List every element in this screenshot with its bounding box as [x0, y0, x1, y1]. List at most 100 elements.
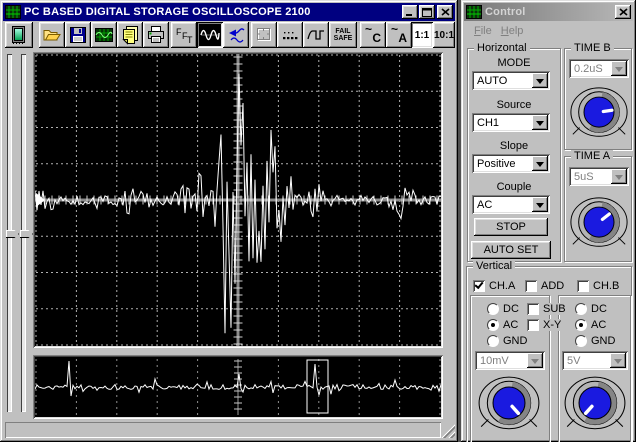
checkbox-icon	[577, 280, 589, 292]
ch-a-range-combobox[interactable]: 10mV	[475, 351, 545, 370]
probe-10-1-button[interactable]: 10:1	[433, 22, 455, 48]
ch-b-range-value: 5V	[567, 354, 581, 367]
chevron-down-icon	[615, 66, 623, 76]
ch-b-gnd-radio[interactable]: GND	[575, 335, 615, 347]
ch-b-ac-radio[interactable]: AC	[575, 319, 606, 331]
offset-slider-b-thumb[interactable]	[20, 230, 33, 238]
main-titlebar[interactable]: PC BASED DIGITAL STORAGE OSCILLOSCOPE 21…	[3, 3, 455, 21]
time-a-legend: TIME A	[571, 150, 614, 162]
dotted-display-button[interactable]	[277, 22, 303, 48]
couple-label: Couple	[496, 181, 532, 193]
fft-button[interactable]: F F T	[171, 22, 197, 48]
couple-combobox[interactable]: AC	[472, 195, 550, 214]
control-menubar: File Help	[465, 22, 632, 40]
time-b-combobox[interactable]: 0.2uS	[569, 59, 629, 78]
maximize-button[interactable]	[419, 5, 435, 19]
sub-checkbox[interactable]: SUB	[525, 303, 568, 315]
control-window: Control File Help Horizontal MODE AUTO S…	[461, 0, 636, 442]
source-dropdown-button[interactable]	[532, 115, 548, 130]
fft-icon: F F T	[176, 27, 193, 45]
exit-door-icon	[12, 26, 25, 44]
control-app-icon	[466, 5, 482, 19]
ch-b-gain-knob[interactable]	[562, 375, 628, 435]
oscilloscope-window: PC BASED DIGITAL STORAGE OSCILLOSCOPE 21…	[0, 0, 458, 442]
channel-a-checkbox[interactable]: CH.A	[473, 280, 515, 292]
ch-a-range-value: 10mV	[480, 354, 509, 367]
time-b-dropdown-button[interactable]	[611, 61, 627, 76]
ch-a-dc-radio[interactable]: DC	[487, 303, 519, 315]
radio-icon	[487, 303, 499, 315]
mode-dropdown-button[interactable]	[532, 73, 548, 88]
window-controls	[401, 5, 453, 19]
channel-a-label: CH.A	[489, 280, 516, 292]
offset-slider-a-thumb[interactable]	[6, 230, 19, 238]
maximize-icon	[422, 7, 432, 17]
ch-b-range-combobox[interactable]: 5V	[562, 351, 628, 370]
time-a-dropdown-button[interactable]	[611, 169, 627, 184]
status-bar	[5, 422, 441, 438]
stop-button[interactable]: STOP	[474, 218, 548, 236]
radio-icon	[487, 319, 499, 331]
overview-scope-display	[33, 355, 443, 419]
ch-a-gnd-radio[interactable]: GND	[487, 335, 527, 347]
capture-button[interactable]	[91, 22, 117, 48]
mode-combobox[interactable]: AUTO	[472, 71, 550, 90]
minimize-button[interactable]	[402, 5, 418, 19]
auto-set-button[interactable]: AUTO SET	[471, 241, 551, 259]
minimize-icon	[406, 13, 412, 16]
close-button[interactable]	[437, 5, 453, 19]
control-titlebar[interactable]: Control	[464, 3, 633, 21]
radio-icon	[575, 319, 587, 331]
ch-a-dc-label: DC	[503, 303, 519, 315]
failsafe-button[interactable]: FAIL SAFE	[329, 22, 357, 48]
ch-a-ac-radio[interactable]: AC	[487, 319, 518, 331]
slope-combobox[interactable]: Positive	[472, 154, 550, 173]
menu-file[interactable]: File	[474, 25, 492, 37]
print-button[interactable]	[143, 22, 169, 48]
notepad-icon	[122, 26, 138, 45]
channel-b-checkbox[interactable]: CH.B	[577, 280, 619, 292]
toolbar: F F T FAIL SAFE ~ C ~ A 1:1 10:1	[3, 21, 455, 49]
cal-a-button[interactable]: ~ A	[386, 22, 412, 48]
notes-button[interactable]	[117, 22, 143, 48]
recall-wave-button[interactable]	[223, 22, 249, 48]
slope-dropdown-button[interactable]	[532, 156, 548, 171]
ch-b-dc-radio[interactable]: DC	[575, 303, 607, 315]
xy-checkbox[interactable]: X-Y	[525, 319, 564, 331]
open-button[interactable]	[39, 22, 65, 48]
add-checkbox[interactable]: ADD	[525, 280, 564, 292]
time-a-knob[interactable]	[568, 195, 630, 253]
slope-label: Slope	[499, 140, 529, 152]
desktop: PC BASED DIGITAL STORAGE OSCILLOSCOPE 21…	[0, 0, 636, 442]
time-b-knob[interactable]	[568, 85, 630, 143]
time-a-combobox[interactable]: 5uS	[569, 167, 629, 186]
waveform-mode-button[interactable]	[197, 22, 223, 48]
chevron-down-icon	[536, 78, 544, 88]
sub-label: SUB	[543, 303, 566, 315]
ch-a-range-dropdown-button[interactable]	[527, 353, 543, 368]
scope-screen-icon	[95, 28, 113, 42]
main-waveform	[35, 54, 441, 346]
ch-b-dc-label: DC	[591, 303, 607, 315]
radio-icon	[575, 335, 587, 347]
mode-label: MODE	[497, 57, 531, 69]
ch-b-range-dropdown-button[interactable]	[610, 353, 626, 368]
radio-icon	[575, 303, 587, 315]
ch-a-gain-knob[interactable]	[476, 375, 542, 435]
exit-button[interactable]	[5, 22, 33, 48]
pulse-display-button[interactable]	[303, 22, 329, 48]
menu-help[interactable]: Help	[501, 25, 524, 37]
source-combobox[interactable]: CH1	[472, 113, 550, 132]
floppy-disk-icon	[70, 27, 86, 43]
wave-c-icon: ~ C	[365, 22, 381, 45]
grid-icon	[257, 28, 271, 41]
probe-1-1-button[interactable]: 1:1	[411, 22, 433, 48]
save-button[interactable]	[65, 22, 91, 48]
cal-c-button[interactable]: ~ C	[360, 22, 386, 48]
couple-dropdown-button[interactable]	[532, 197, 548, 212]
app-icon	[5, 5, 21, 19]
ch-b-gnd-label: GND	[591, 335, 616, 347]
control-close-button[interactable]	[615, 5, 631, 19]
grid-toggle-button[interactable]	[251, 22, 277, 48]
resize-grip[interactable]	[441, 424, 455, 438]
